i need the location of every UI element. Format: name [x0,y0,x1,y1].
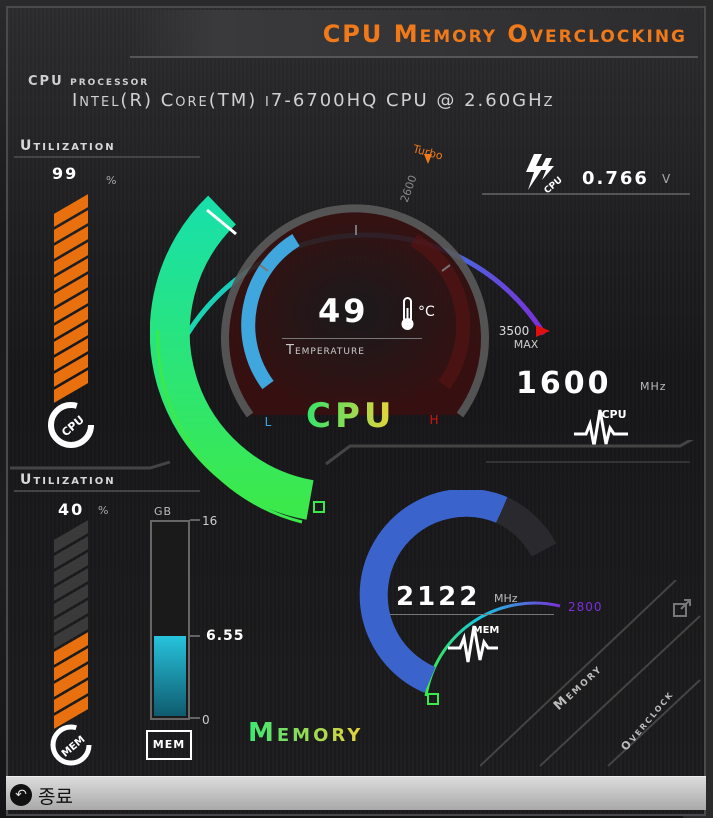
max-label: MAX [514,338,539,351]
memory-usage-scale [190,519,200,719]
cpu-gauge-name: CPU [306,396,396,436]
divider [14,490,200,492]
tick-2600-label: 2600 [398,173,420,204]
memory-usage-value: 6.55 [206,628,245,644]
memory-usage-max: 16 [202,514,218,528]
divider [282,338,422,339]
svg-text:CPU: CPU [543,175,564,194]
voltage-unit: V [662,172,671,186]
cpu-utilization-value: 99 [52,164,79,183]
cpu-utilization-label: Utilization [20,138,116,154]
memory-usage-min: 0 [202,713,210,727]
memory-frequency-value: 2122 [396,582,481,612]
memory-usage-unit: GB [154,505,173,518]
voltage-icon: CPU [526,154,564,194]
temp-high-label: H [429,413,438,427]
memory-usage-tube [150,520,190,720]
temp-low-label: L [265,415,272,429]
memory-gauge-name: Memory [248,718,364,748]
app-title: CPU Memory Overclocking [322,20,687,48]
memory-usage-fill [154,635,186,716]
memory-utilization-icon: MEM [50,724,92,766]
memory-chip-icon: MEM [146,730,192,760]
processor-name: Intel(R) Core(TM) i7-6700HQ CPU @ 2.60GH… [72,90,555,111]
exit-label: 종료 [38,785,73,808]
thermometer-icon [401,297,414,330]
cpu-utilization-unit: % [106,174,117,187]
temperature-unit: °C [418,304,435,320]
voltage-value: 0.766 [582,168,649,189]
temperature-label: Temperature [286,343,365,358]
processor-label: CPU processor [28,74,150,89]
memory-utilization-unit: % [98,504,109,517]
cpu-frequency-value: 1600 [516,366,612,401]
memory-utilization-label: Utilization [20,472,116,488]
svg-text:CPU: CPU [601,408,626,421]
back-arrow-icon: ↶ [10,784,32,806]
memory-utilization-value: 40 [58,500,85,519]
temperature-value: 49 [318,292,369,330]
divider [482,193,690,195]
max-freq-label: 3500 [499,324,530,338]
svg-text:CPU: CPU [59,413,87,439]
cpu-frequency-unit: MHz [640,380,667,393]
footer-bar [6,776,706,810]
external-link-icon[interactable] [672,598,692,618]
exit-button[interactable]: ↶ 종료 [10,784,73,808]
